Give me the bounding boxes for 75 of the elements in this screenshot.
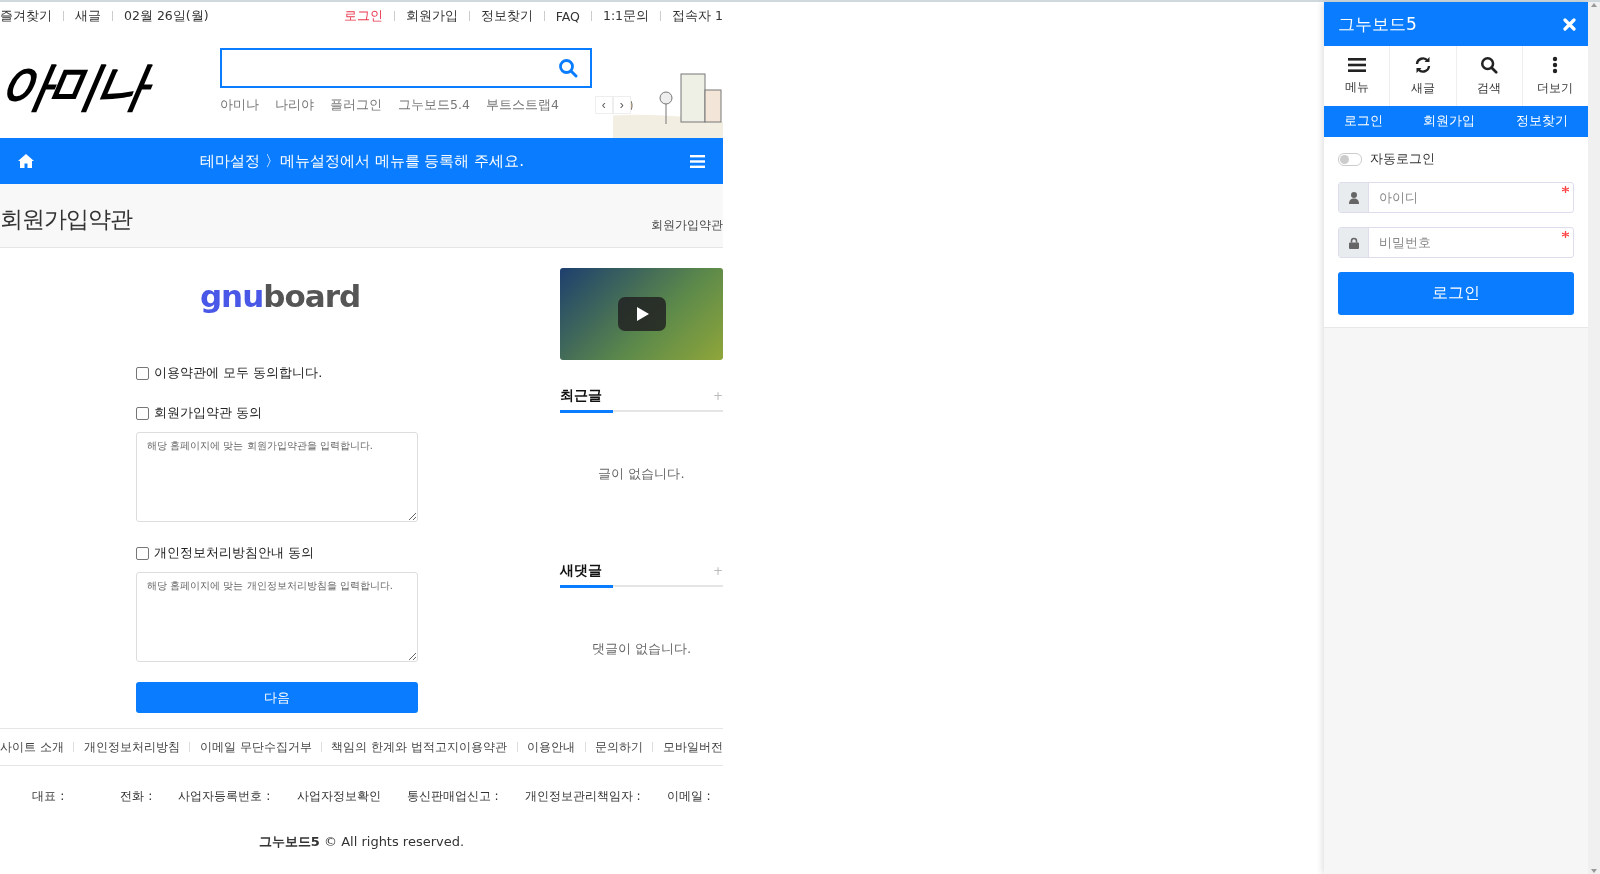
keyword-link[interactable]: 나리야 [275,96,314,114]
login-field[interactable]: 비밀번호 [1338,227,1574,258]
footer-link[interactable]: 문의하기 [595,738,644,756]
widget-title: 새댓글 [560,562,602,580]
input-field[interactable]: 아이디 [1369,183,1573,212]
company-info: 대표 : [32,788,65,805]
top-link[interactable]: 로그인 [343,7,383,25]
keyword-link[interactable]: 플러그인 [330,96,382,114]
panel-title: 그누보드5 [1338,12,1417,36]
terms-textarea[interactable]: 해당 홈페이지에 맞는 개인정보처리방침을 입력합니다. [136,572,418,662]
footer-link[interactable]: 이용안내 [527,738,576,756]
menu-notice: 테마설정 〉메뉴설정에서 메뉴를 등록해 주세요. [200,151,524,171]
checkbox[interactable] [136,406,149,420]
home-icon[interactable] [18,154,34,168]
company-info: 사업자정보확인 [296,788,381,805]
toggle-switch[interactable] [1338,153,1362,166]
prev-button[interactable]: ‹ [594,96,613,114]
footer-link[interactable]: 사이트 소개 [0,738,64,756]
panel-tab[interactable]: 정보찾기 [1515,113,1568,130]
footer-link[interactable]: 개인정보처리방침 [83,738,180,756]
checkbox-label: 이용약관에 모두 동의합니다. [154,364,323,382]
company-info: 사업자등록번호 : [178,788,271,805]
checkbox-label: 개인정보처리방침안내 동의 [154,544,315,562]
site-logo[interactable]: 아미나 [0,30,211,122]
gnuboard-logo: gnuboard [199,278,361,314]
top-link[interactable]: 1:1문의 [602,7,650,25]
menu-icon [1347,56,1366,73]
checkbox[interactable] [136,366,149,380]
terms-textarea[interactable]: 해당 홈페이지에 맞는 회원가입약관을 입력합니다. [136,432,418,522]
top-link[interactable]: 새글 [75,7,101,25]
search-field[interactable] [220,48,592,88]
company-info: 전화 : [120,788,153,805]
panel-tab[interactable]: 로그인 [1344,113,1384,130]
date-text: 02월 26일(월) [124,7,209,25]
scroll-up-icon[interactable] [1590,2,1598,8]
empty-message: 글이 없습니다. [598,464,685,483]
footer-link[interactable]: 책임의 한계와 법적고지이용약관 [331,738,508,756]
widget-title: 최근글 [560,387,602,405]
breadcrumb: 회원가입약관 [651,217,723,234]
close-icon[interactable] [1563,17,1576,31]
footer-link[interactable]: 이메일 무단수집거부 [199,738,312,756]
next-button[interactable]: 다음 [136,682,418,713]
top-link[interactable]: 회원가입 [405,7,458,25]
company-info: 통신판매업신고 : [406,788,499,805]
keyword-link[interactable]: 그누보드5.4 [398,96,470,114]
video-thumbnail[interactable] [560,268,723,360]
keyword-link[interactable]: 아미나 [220,96,259,114]
top-link[interactable]: 정보찾기 [480,7,533,25]
lock-icon [1348,236,1359,249]
top-link[interactable]: FAQ [555,8,580,24]
more-icon [1552,55,1559,74]
top-link[interactable]: 접속자 1 [672,7,723,25]
company-info: 이메일 : [666,788,711,805]
scroll-down-icon[interactable] [1590,868,1598,874]
login-field[interactable]: 아이디 [1338,182,1574,213]
panel-tab[interactable]: 회원가입 [1423,113,1476,130]
search-icon [558,58,578,78]
login-button[interactable]: 로그인 [1338,272,1574,315]
footer-link[interactable]: 모바일버전 [662,738,723,756]
search-icon [1480,55,1499,74]
checkbox-label: 회원가입약관 동의 [154,404,263,422]
refresh-icon [1413,55,1432,74]
top-link[interactable]: 즐겨찾기 [0,7,52,25]
company-info: 개인정보관리책임자 : [524,788,641,805]
copyright-text: 그누보드5 © All rights reserved. [257,833,466,851]
toggle-label: 자동로그인 [1370,151,1435,168]
page-title: 회원가입약관 [0,205,132,234]
input-field[interactable]: 비밀번호 [1369,228,1573,257]
play-icon[interactable] [617,297,666,331]
keyword-link[interactable]: 부트스트랩4 [485,96,559,114]
empty-message: 댓글이 없습니다. [591,639,692,658]
checkbox[interactable] [136,546,149,560]
user-icon [1348,191,1359,204]
menu-icon[interactable] [690,154,705,168]
scrollbar[interactable] [1588,2,1600,874]
